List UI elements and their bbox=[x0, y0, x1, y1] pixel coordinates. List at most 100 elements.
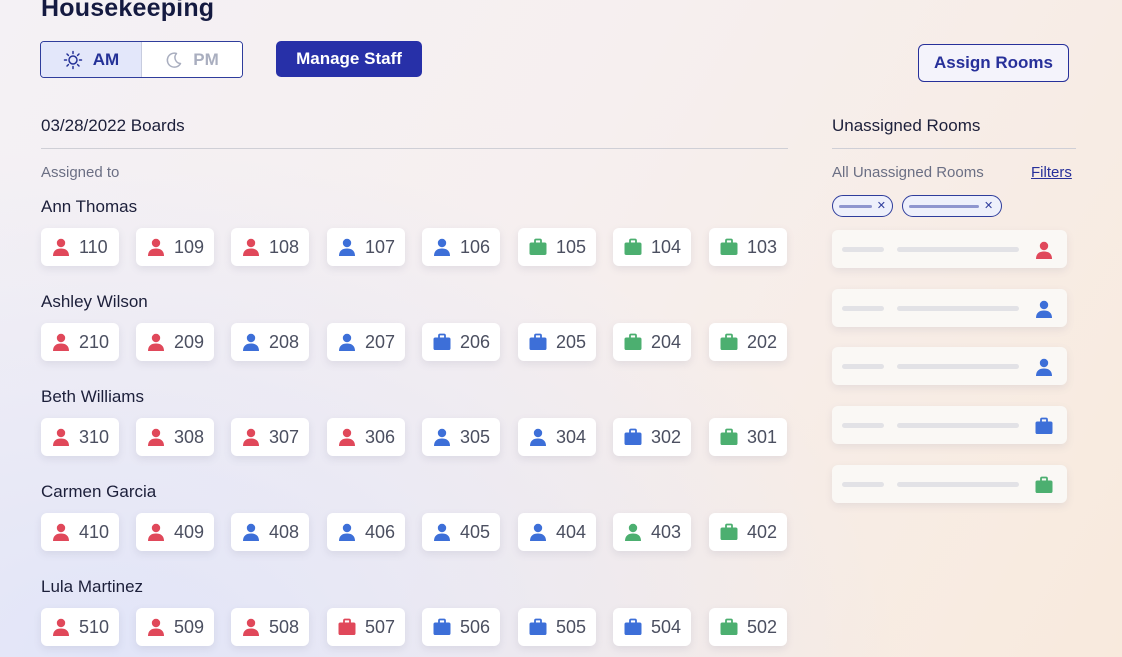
filters-link[interactable]: Filters bbox=[1031, 164, 1072, 181]
room-card[interactable]: 308 bbox=[136, 418, 214, 456]
room-card[interactable]: 404 bbox=[518, 513, 596, 551]
person-icon bbox=[53, 618, 69, 636]
unassigned-room-card[interactable] bbox=[832, 289, 1067, 327]
person-icon bbox=[434, 238, 450, 256]
filter-chip-label bbox=[839, 204, 872, 208]
room-number: 403 bbox=[651, 521, 682, 542]
room-list: 510 509 508 507 506 505 504 502 bbox=[41, 608, 801, 646]
person-icon bbox=[625, 523, 641, 541]
suitcase-icon bbox=[1035, 417, 1053, 434]
room-card[interactable]: 301 bbox=[709, 418, 787, 456]
room-card[interactable]: 410 bbox=[41, 513, 119, 551]
shift-option-pm[interactable]: PM bbox=[142, 42, 242, 77]
staff-name: Beth Williams bbox=[41, 387, 144, 406]
filter-chip[interactable]: ✕ bbox=[902, 195, 1002, 217]
placeholder-line bbox=[897, 247, 1019, 252]
unassigned-room-card[interactable] bbox=[832, 230, 1067, 268]
room-number: 502 bbox=[747, 616, 778, 637]
person-icon bbox=[434, 428, 450, 446]
room-card[interactable]: 508 bbox=[231, 608, 309, 646]
room-number: 202 bbox=[747, 331, 778, 352]
room-card[interactable]: 302 bbox=[613, 418, 691, 456]
room-type-indicator bbox=[1034, 240, 1054, 265]
room-card[interactable]: 109 bbox=[136, 228, 214, 266]
room-list: 410 409 408 406 405 404 403 402 bbox=[41, 513, 801, 551]
room-card[interactable]: 310 bbox=[41, 418, 119, 456]
filter-chip[interactable]: ✕ bbox=[832, 195, 893, 217]
room-card[interactable]: 506 bbox=[422, 608, 500, 646]
room-card[interactable]: 208 bbox=[231, 323, 309, 361]
person-icon bbox=[530, 523, 546, 541]
moon-icon bbox=[166, 51, 182, 68]
room-card[interactable]: 504 bbox=[613, 608, 691, 646]
room-card[interactable]: 108 bbox=[231, 228, 309, 266]
unassigned-room-card[interactable] bbox=[832, 347, 1067, 385]
manage-staff-button[interactable]: Manage Staff bbox=[276, 41, 422, 77]
room-number: 504 bbox=[651, 616, 682, 637]
close-icon[interactable]: ✕ bbox=[877, 200, 886, 212]
room-card[interactable]: 105 bbox=[518, 228, 596, 266]
person-icon bbox=[243, 333, 259, 351]
room-card[interactable]: 106 bbox=[422, 228, 500, 266]
room-card[interactable]: 505 bbox=[518, 608, 596, 646]
suitcase-icon bbox=[433, 618, 451, 635]
suitcase-icon bbox=[720, 618, 738, 635]
room-card[interactable]: 204 bbox=[613, 323, 691, 361]
room-card[interactable]: 103 bbox=[709, 228, 787, 266]
room-card[interactable]: 403 bbox=[613, 513, 691, 551]
room-card[interactable]: 502 bbox=[709, 608, 787, 646]
person-icon bbox=[1036, 358, 1052, 376]
room-card[interactable]: 409 bbox=[136, 513, 214, 551]
unassigned-room-card[interactable] bbox=[832, 465, 1067, 503]
room-card[interactable]: 509 bbox=[136, 608, 214, 646]
room-card[interactable]: 107 bbox=[327, 228, 405, 266]
suitcase-icon bbox=[529, 238, 547, 255]
room-number: 205 bbox=[556, 331, 587, 352]
shift-toggle[interactable]: AM PM bbox=[40, 41, 243, 78]
staff-name: Lula Martinez bbox=[41, 577, 144, 596]
room-card[interactable]: 205 bbox=[518, 323, 596, 361]
room-number: 204 bbox=[651, 331, 682, 352]
boards-divider bbox=[41, 148, 788, 149]
room-card[interactable]: 104 bbox=[613, 228, 691, 266]
room-card[interactable]: 209 bbox=[136, 323, 214, 361]
staff-board: Ashley Wilson 210 209 208 207 206 205 204 202 bbox=[41, 292, 787, 361]
placeholder-line bbox=[897, 306, 1019, 311]
placeholder-line bbox=[842, 482, 884, 487]
room-number: 404 bbox=[556, 521, 587, 542]
room-card[interactable]: 307 bbox=[231, 418, 309, 456]
room-card[interactable]: 210 bbox=[41, 323, 119, 361]
person-icon bbox=[339, 523, 355, 541]
shift-option-am[interactable]: AM bbox=[41, 42, 142, 77]
person-icon bbox=[148, 238, 164, 256]
room-card[interactable]: 507 bbox=[327, 608, 405, 646]
room-card[interactable]: 306 bbox=[327, 418, 405, 456]
room-card[interactable]: 406 bbox=[327, 513, 405, 551]
room-card[interactable]: 305 bbox=[422, 418, 500, 456]
room-card[interactable]: 304 bbox=[518, 418, 596, 456]
placeholder-line bbox=[897, 364, 1019, 369]
person-icon bbox=[53, 428, 69, 446]
room-card[interactable]: 402 bbox=[709, 513, 787, 551]
room-card[interactable]: 510 bbox=[41, 608, 119, 646]
person-icon bbox=[243, 238, 259, 256]
close-icon[interactable]: ✕ bbox=[984, 200, 993, 212]
person-icon bbox=[339, 333, 355, 351]
room-card[interactable]: 207 bbox=[327, 323, 405, 361]
staff-board: Ann Thomas 110 109 108 107 106 105 104 103 bbox=[41, 197, 787, 266]
room-card[interactable]: 206 bbox=[422, 323, 500, 361]
room-list: 310 308 307 306 305 304 302 301 bbox=[41, 418, 801, 456]
room-card[interactable]: 405 bbox=[422, 513, 500, 551]
room-card[interactable]: 202 bbox=[709, 323, 787, 361]
unassigned-room-card[interactable] bbox=[832, 406, 1067, 444]
shift-am-label: AM bbox=[92, 49, 120, 69]
assign-rooms-button[interactable]: Assign Rooms bbox=[918, 44, 1069, 82]
person-icon bbox=[339, 238, 355, 256]
suitcase-icon bbox=[338, 618, 356, 635]
room-card[interactable]: 408 bbox=[231, 513, 309, 551]
room-number: 506 bbox=[460, 616, 491, 637]
room-card[interactable]: 110 bbox=[41, 228, 119, 266]
suitcase-icon bbox=[433, 333, 451, 350]
person-icon bbox=[53, 238, 69, 256]
suitcase-icon bbox=[624, 618, 642, 635]
